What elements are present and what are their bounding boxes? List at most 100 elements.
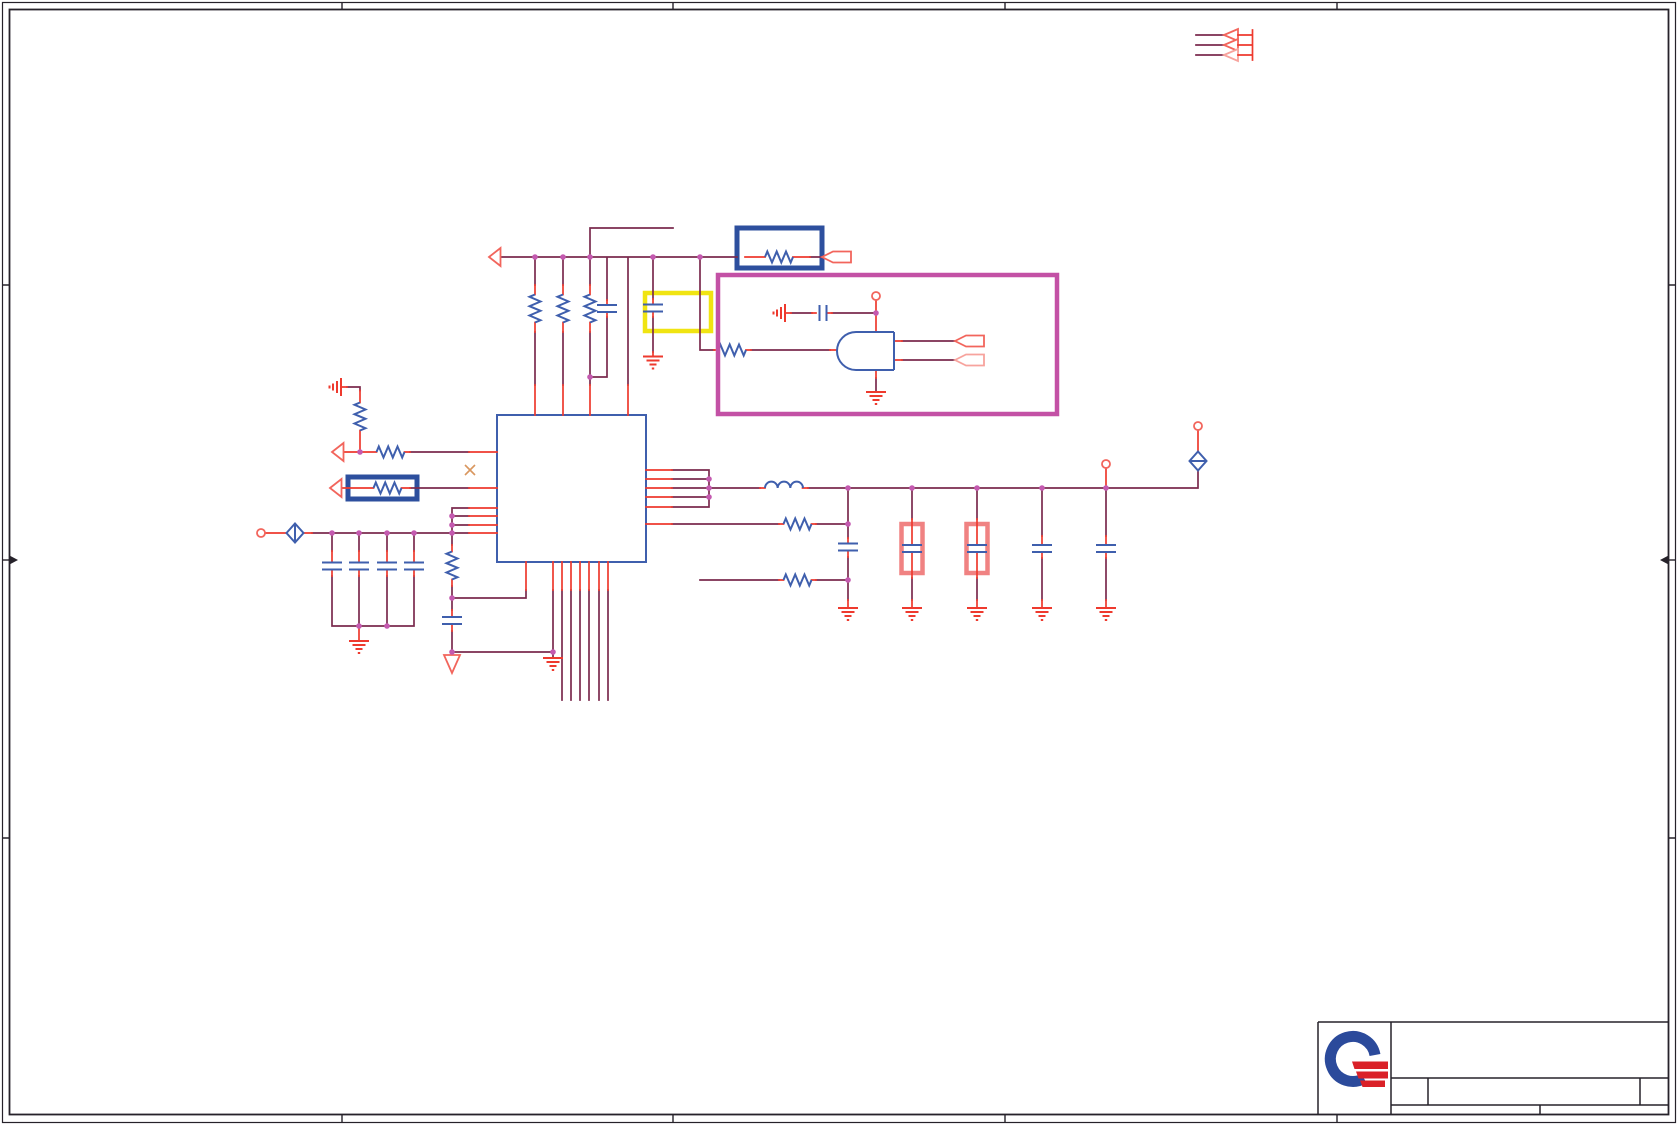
junction-dot (356, 530, 362, 536)
junction-dot (1039, 485, 1045, 491)
zone-ticks-right (1668, 284, 1676, 839)
capacitor (321, 561, 343, 571)
junction-dot (845, 521, 851, 527)
capacitor (837, 542, 859, 552)
connector-spine (1237, 29, 1254, 61)
junction-dot (587, 374, 593, 380)
junction-dot (1103, 485, 1109, 491)
junction-dot (449, 595, 455, 601)
ground-icon (348, 640, 370, 654)
resistor (372, 481, 403, 495)
ground-icon (328, 377, 342, 397)
junction-dot (329, 530, 335, 536)
ground-icon (966, 607, 988, 621)
left-mid-nets (328, 377, 498, 502)
circle-terminal-icon (871, 291, 881, 301)
zone-ticks-top (341, 2, 1338, 10)
capacitor (1095, 544, 1117, 553)
no-connect-x-icon (464, 464, 476, 476)
junction-dot (384, 623, 390, 629)
junction-dot (845, 577, 851, 583)
inductor (764, 480, 804, 489)
title-block (1317, 1021, 1669, 1115)
ground-icon (837, 607, 859, 621)
capacitor (441, 616, 463, 625)
junction-dot (449, 513, 455, 519)
resistor (764, 250, 794, 264)
top-rail-net (488, 225, 852, 416)
flag-terminal-icon (954, 334, 985, 348)
junction-dot (560, 254, 566, 260)
junction-dot (706, 494, 712, 500)
right-nets (645, 421, 1208, 621)
highlight-box-blue-top (734, 225, 825, 271)
ground-icon (901, 607, 923, 621)
junction-dot (449, 522, 455, 528)
zone-ticks-left (2, 284, 10, 839)
junction-dot (411, 530, 417, 536)
resistor (528, 293, 542, 324)
junction-dot (532, 254, 538, 260)
flag-terminal-icon (954, 353, 985, 367)
resistor (556, 293, 570, 324)
junction-dot (706, 476, 712, 482)
junction-dot (697, 254, 703, 260)
ground-icon (642, 355, 664, 370)
center-marker-right-icon (1660, 555, 1676, 565)
wire (499, 227, 831, 386)
capacitor (901, 544, 923, 553)
sheet-frame (1, 1, 1677, 1124)
junction-dot (384, 530, 390, 536)
junction-dot (587, 254, 593, 260)
gate-symbol (836, 331, 895, 371)
diamond-symbol (285, 522, 305, 544)
logo-stripe-1 (1352, 1061, 1388, 1069)
capacitor (818, 304, 828, 322)
port-arrow-down-icon (443, 654, 461, 674)
resistor (717, 343, 747, 357)
circle-terminal-icon (1193, 421, 1203, 431)
logo-stripe-2 (1356, 1071, 1388, 1079)
flag-terminal-icon (821, 250, 852, 264)
ground-icon (772, 303, 786, 323)
capacitor (403, 561, 425, 571)
ground-icon (1095, 607, 1117, 621)
junction-dot (706, 485, 712, 491)
pin-stub (534, 256, 839, 416)
resistor (782, 517, 813, 531)
resistor (445, 550, 459, 581)
bundle-connector (1195, 28, 1254, 62)
junction-dot (449, 649, 455, 655)
capacitor (1031, 544, 1053, 553)
capacitor (966, 544, 988, 553)
logo-stripe-3 (1360, 1080, 1385, 1087)
diamond-symbol (1188, 450, 1208, 472)
connector-pin-arrow-icon (1223, 48, 1239, 62)
qualcomm-logo (1324, 1030, 1388, 1087)
resistor (353, 401, 367, 432)
junction-dot (356, 623, 362, 629)
junction-dot (449, 530, 455, 536)
resistor (782, 573, 813, 587)
junction-dot (909, 485, 915, 491)
port-arrow-icon (488, 247, 502, 267)
schematic-canvas (1, 1, 1677, 1124)
junction-dot (357, 449, 363, 455)
gate-region (715, 272, 1060, 417)
circle-terminal-icon (1101, 459, 1111, 469)
schematic-sheet (0, 0, 1678, 1125)
circle-terminal-icon (256, 528, 266, 538)
capacitor (596, 304, 618, 313)
capacitor (348, 561, 370, 571)
center-marker-left-icon (2, 555, 18, 565)
wire (346, 386, 470, 489)
junction-dot (974, 485, 980, 491)
zone-ticks-bottom (341, 1114, 1338, 1122)
ground-icon (1031, 607, 1053, 621)
resistor (583, 293, 597, 324)
junction-dot (650, 254, 656, 260)
junction-dot (550, 649, 556, 655)
resistor (375, 445, 406, 459)
ground-icon (865, 391, 887, 405)
pin-stub (645, 429, 1199, 609)
